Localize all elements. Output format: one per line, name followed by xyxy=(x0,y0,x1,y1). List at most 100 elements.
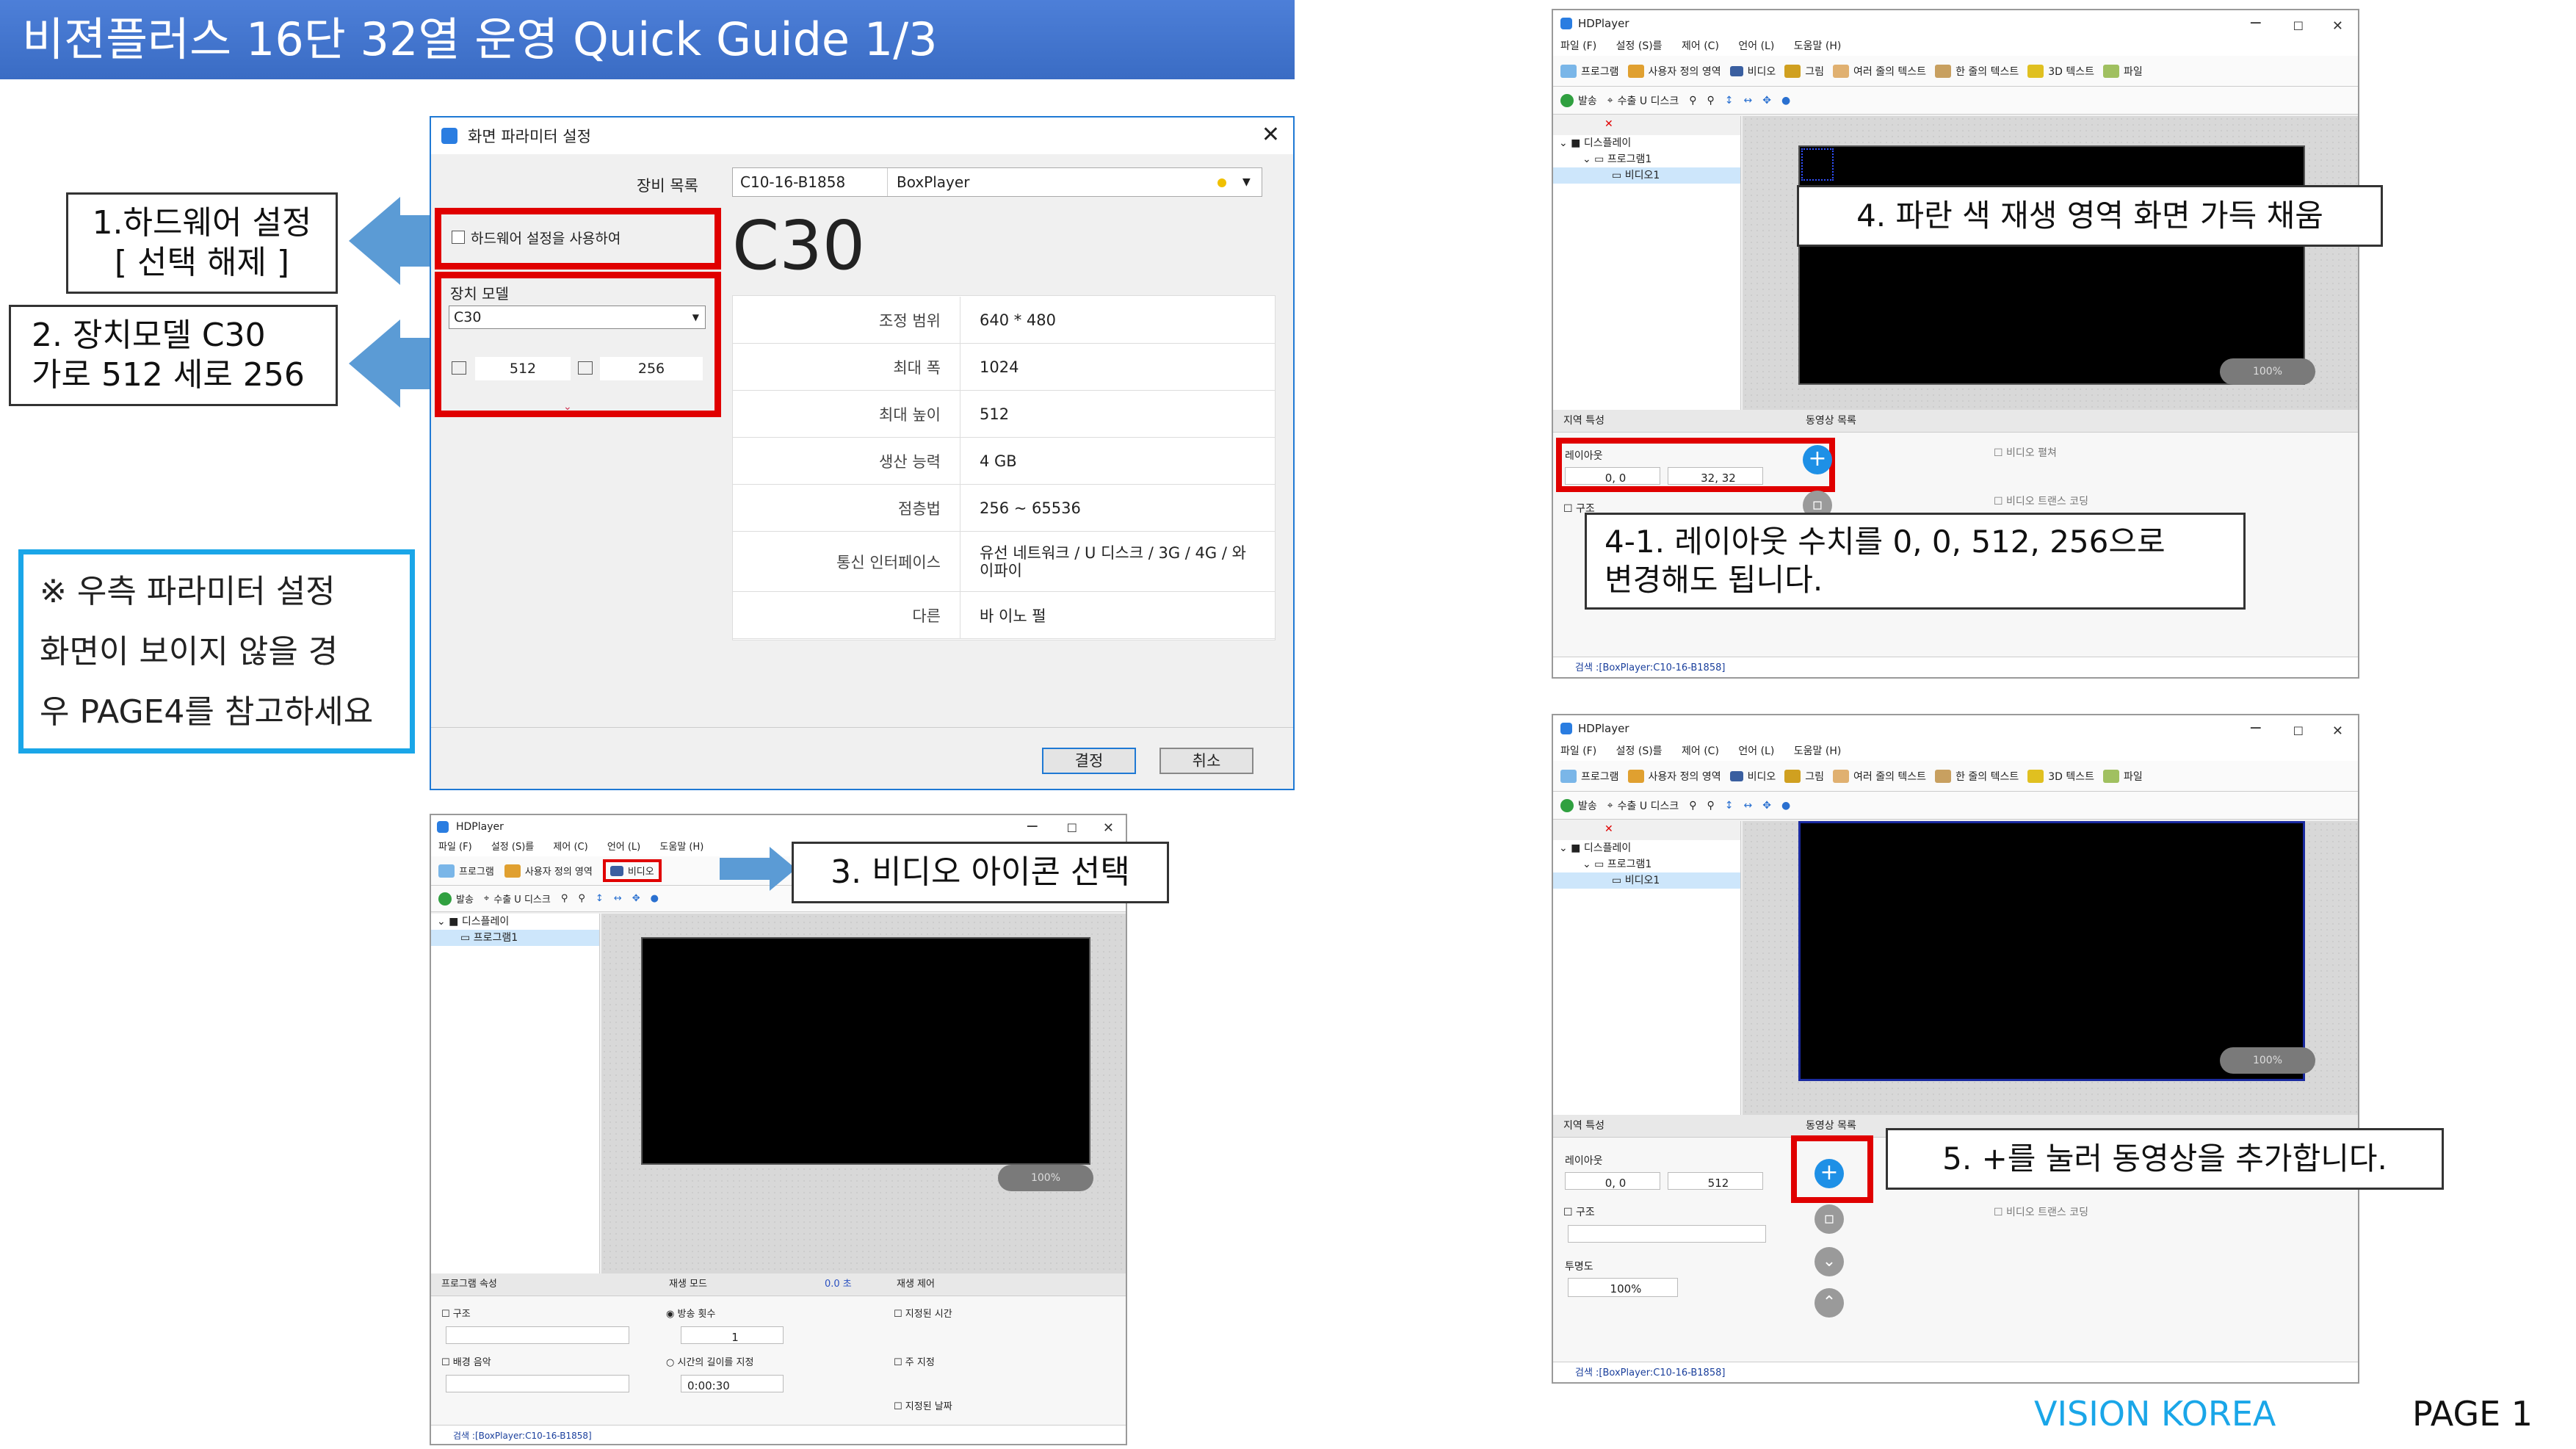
move-icon[interactable]: ✥ xyxy=(1762,95,1771,106)
vertical-align-icon[interactable]: ↕ xyxy=(596,893,604,904)
settings-dot-icon[interactable]: ● xyxy=(1781,95,1790,106)
toolbar-singleline-text[interactable]: 한 줄의 텍스트 xyxy=(1935,64,2019,79)
menu-language[interactable]: 언어 (L) xyxy=(1738,40,1774,52)
minimize-icon[interactable]: − xyxy=(2249,715,2262,742)
toolbar-custom-area[interactable]: 사용자 정의 영역 xyxy=(1627,64,1721,79)
tree-item-video[interactable]: ▭ 비디오1 xyxy=(1553,167,1740,184)
display-screen[interactable] xyxy=(1798,145,2305,385)
zoom-in-icon[interactable]: ⚲ xyxy=(1689,95,1696,106)
display-screen-full-video[interactable] xyxy=(1798,821,2305,1081)
menu-file[interactable]: 파일 (F) xyxy=(1560,745,1596,757)
tree-item-program[interactable]: ⌄ ▭ 프로그램1 xyxy=(1553,856,1740,872)
horizontal-align-icon[interactable]: ↔ xyxy=(1743,800,1752,812)
menu-help[interactable]: 도움말 (H) xyxy=(1794,745,1842,757)
menu-settings[interactable]: 설정 (S)를 xyxy=(1616,745,1663,757)
toolbar-custom-area[interactable]: 사용자 정의 영역 xyxy=(504,864,593,878)
specified-time-checkbox[interactable]: ☐ 지정된 시간 xyxy=(894,1306,952,1320)
layout-width-input[interactable]: 512 xyxy=(1668,1172,1763,1190)
settings-dot-icon[interactable]: ● xyxy=(1781,800,1790,812)
prog-frame-checkbox[interactable]: ☐ 구조 xyxy=(441,1306,471,1320)
export-udisk-button[interactable]: ⌖ 수출 U 디스크 xyxy=(484,892,551,906)
device-model-select[interactable]: C30 ▼ xyxy=(449,306,706,329)
zoom-out-icon[interactable]: ⚲ xyxy=(1707,95,1714,106)
send-button[interactable]: 발송 xyxy=(1560,798,1597,813)
tree-item-display[interactable]: ⌄ ■ 디스플레이 xyxy=(1553,840,1740,856)
toolbar-program[interactable]: 프로그램 xyxy=(438,864,494,878)
toolbar-video[interactable]: 비디오 xyxy=(1729,769,1776,784)
video-transcode-checkbox[interactable]: ☐ 비디오 트랜스 코딩 xyxy=(1994,494,2088,508)
layout-xy-input[interactable]: 0, 0 xyxy=(1565,1172,1660,1190)
zoom-in-icon[interactable]: ⚲ xyxy=(1689,800,1696,812)
zoom-indicator[interactable]: 100% xyxy=(2220,1047,2315,1074)
menu-help[interactable]: 도움말 (H) xyxy=(659,842,703,853)
maximize-icon[interactable]: ☐ xyxy=(2293,13,2304,40)
menu-language[interactable]: 언어 (L) xyxy=(607,842,640,853)
tree-item-display[interactable]: ⌄ ■ 디스플레이 xyxy=(1553,135,1740,151)
duration-radio[interactable]: ○ 시간의 길이를 지정 xyxy=(666,1354,753,1368)
toolbar-file[interactable]: 파일 xyxy=(2103,769,2143,784)
tree-delete-icon[interactable]: ✕ xyxy=(1604,118,1613,130)
bg-music-checkbox[interactable]: ☐ 배경 음악 xyxy=(441,1354,491,1368)
specified-date-checkbox[interactable]: ☐ 지정된 날짜 xyxy=(894,1398,952,1412)
toolbar-video[interactable]: 비디오 xyxy=(602,859,662,882)
move-up-icon[interactable]: ⌃ xyxy=(1815,1288,1844,1318)
add-video-plus-button[interactable]: + xyxy=(1803,445,1832,474)
maximize-icon[interactable]: ☐ xyxy=(2293,718,2304,745)
close-icon[interactable]: ✕ xyxy=(2332,13,2343,40)
hw-setting-checkbox[interactable] xyxy=(452,231,465,244)
settings-dot-icon[interactable]: ● xyxy=(651,893,659,904)
toolbar-image[interactable]: 그림 xyxy=(1784,64,1824,79)
toolbar-3d-text[interactable]: 3D 텍스트 xyxy=(2027,64,2094,79)
bg-music-select[interactable] xyxy=(446,1375,629,1392)
tree-item-display[interactable]: ⌄ ■ 디스플레이 xyxy=(431,914,599,930)
menu-control[interactable]: 제어 (C) xyxy=(1682,745,1719,757)
move-icon[interactable]: ✥ xyxy=(632,893,640,904)
zoom-indicator[interactable]: 100% xyxy=(998,1165,1093,1191)
toolbar-singleline-text[interactable]: 한 줄의 텍스트 xyxy=(1935,769,2019,784)
weekday-checkbox[interactable]: ☐ 주 지정 xyxy=(894,1354,935,1368)
cancel-button[interactable]: 취소 xyxy=(1159,748,1253,774)
export-udisk-button[interactable]: ⌖ 수출 U 디스크 xyxy=(1607,93,1679,108)
toolbar-program[interactable]: 프로그램 xyxy=(1560,769,1619,784)
menu-control[interactable]: 제어 (C) xyxy=(553,842,587,853)
menu-settings[interactable]: 설정 (S)를 xyxy=(491,842,534,853)
toolbar-program[interactable]: 프로그램 xyxy=(1560,64,1619,79)
zoom-out-icon[interactable]: ⚲ xyxy=(1707,800,1714,812)
display-screen[interactable] xyxy=(641,937,1090,1165)
close-icon[interactable]: ✕ xyxy=(1103,817,1114,840)
menu-control[interactable]: 제어 (C) xyxy=(1682,40,1719,52)
zoom-indicator[interactable]: 100% xyxy=(2220,358,2315,385)
device-list-select[interactable]: C10-16-B1858 BoxPlayer ▼ xyxy=(732,167,1262,197)
toolbar-multiline-text[interactable]: 여러 줄의 텍스트 xyxy=(1833,64,1926,79)
video-transcode-checkbox[interactable]: ☐ 비디오 트랜스 코딩 xyxy=(1994,1204,2088,1219)
frame-select[interactable] xyxy=(1568,1225,1766,1243)
tree-item-video[interactable]: ▭ 비디오1 xyxy=(1553,872,1740,889)
zoom-out-icon[interactable]: ⚲ xyxy=(578,893,585,904)
horizontal-align-icon[interactable]: ↔ xyxy=(1743,95,1752,106)
close-icon[interactable]: ✕ xyxy=(2332,718,2343,745)
toolbar-3d-text[interactable]: 3D 텍스트 xyxy=(2027,769,2094,784)
send-button[interactable]: 발송 xyxy=(1560,93,1597,108)
menu-help[interactable]: 도움말 (H) xyxy=(1794,40,1842,52)
toolbar-file[interactable]: 파일 xyxy=(2103,64,2143,79)
duration-input[interactable]: 0:00:30 xyxy=(681,1375,784,1392)
menu-settings[interactable]: 설정 (S)를 xyxy=(1616,40,1663,52)
tree-item-program[interactable]: ▭ 프로그램1 xyxy=(431,930,599,946)
width-input[interactable]: 512 xyxy=(475,357,571,380)
frame-checkbox[interactable]: ☐ 구조 xyxy=(1563,1204,1595,1219)
vertical-align-icon[interactable]: ↕ xyxy=(1725,800,1734,812)
opacity-stepper[interactable]: 100% xyxy=(1568,1278,1678,1297)
video-stretch-checkbox[interactable]: ☐ 비디오 펼쳐 xyxy=(1994,445,2057,460)
minimize-icon[interactable]: − xyxy=(2249,10,2262,37)
send-button[interactable]: 발송 xyxy=(438,892,474,906)
toolbar-video[interactable]: 비디오 xyxy=(1729,64,1776,79)
tree-delete-icon[interactable]: ✕ xyxy=(1604,823,1613,835)
maximize-icon[interactable]: ☐ xyxy=(1067,817,1077,840)
toolbar-custom-area[interactable]: 사용자 정의 영역 xyxy=(1627,769,1721,784)
expand-chevron-icon[interactable]: ⌄ xyxy=(563,401,572,413)
height-input[interactable]: 256 xyxy=(600,357,703,380)
move-icon[interactable]: ✥ xyxy=(1762,800,1771,812)
minimize-icon[interactable]: − xyxy=(1026,815,1039,839)
menu-file[interactable]: 파일 (F) xyxy=(438,842,472,853)
zoom-in-icon[interactable]: ⚲ xyxy=(561,893,568,904)
